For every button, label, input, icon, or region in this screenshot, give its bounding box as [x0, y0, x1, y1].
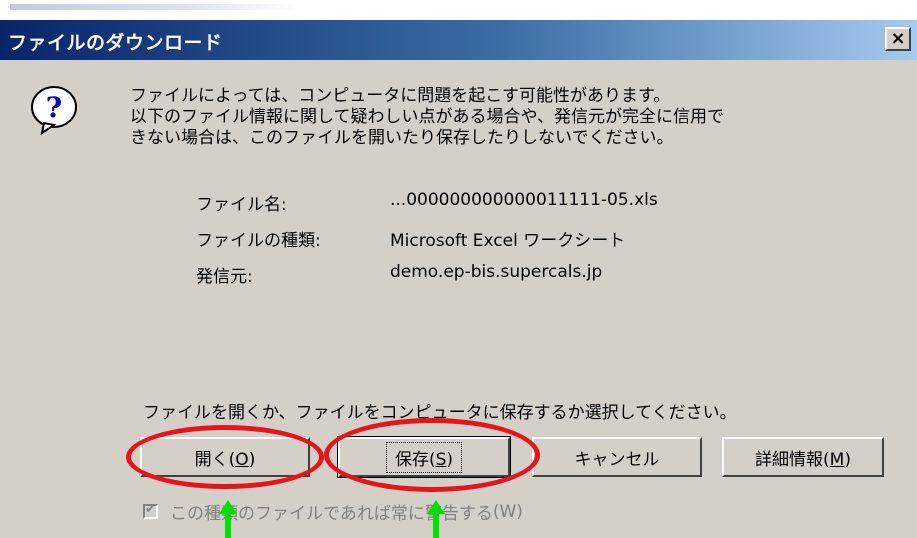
file-name-row: ファイル名: ...000000000000011111-05.xls [196, 190, 836, 226]
file-type-row: ファイルの種類: Microsoft Excel ワークシート [196, 226, 836, 262]
source-label: 発信元: [196, 267, 253, 287]
cancel-button[interactable]: キャンセル [532, 437, 702, 477]
open-arrow-icon [219, 500, 237, 538]
dialog-title: ファイルのダウンロード [8, 32, 223, 54]
cancel-button-label: キャンセル [574, 449, 660, 470]
file-download-dialog: ファイルのダウンロード × ? ファイルによっては、コンピュータに問題を起こす可… [0, 20, 917, 538]
always-warn-option[interactable]: この種類のファイルであれば常に警告する(W) [143, 499, 523, 524]
message-line: 以下のファイル情報に関して疑わしい点がある場合や、発信元が完全に信用で [130, 107, 724, 127]
warning-message: ファイルによっては、コンピュータに問題を起こす可能性があります。 以下のファイル… [130, 86, 900, 149]
source-row: 発信元: demo.ep-bis.supercals.jp [196, 262, 836, 298]
save-button-highlight-circle [324, 418, 540, 492]
save-arrow-icon [427, 500, 445, 538]
question-icon: ? [31, 86, 77, 135]
background-window-strip [0, 0, 917, 20]
close-button[interactable]: × [885, 27, 911, 51]
details-button[interactable]: 詳細情報(M) [722, 437, 884, 477]
background-window-glimpse [10, 4, 300, 10]
file-type-value: Microsoft Excel ワークシート [390, 231, 626, 251]
message-line: ファイルによっては、コンピュータに問題を起こす可能性があります。 [130, 86, 671, 106]
svg-text:?: ? [46, 91, 62, 124]
file-name-label: ファイル名: [196, 195, 287, 215]
source-value: demo.ep-bis.supercals.jp [390, 262, 603, 282]
message-line: きない場合は、このファイルを開いたり保存したりしないでください。 [130, 128, 674, 148]
always-warn-shortcut: (W) [492, 501, 523, 522]
always-warn-checkbox[interactable] [143, 502, 158, 519]
open-button-highlight-circle [126, 425, 324, 489]
close-icon: × [890, 28, 906, 49]
file-type-label: ファイルの種類: [196, 231, 321, 251]
details-button-label: 詳細情報(M) [755, 449, 851, 470]
file-name-value: ...000000000000011111-05.xls [390, 190, 658, 210]
file-info: ファイル名: ...000000000000011111-05.xls ファイル… [196, 190, 836, 298]
title-bar[interactable]: ファイルのダウンロード × [0, 20, 917, 60]
